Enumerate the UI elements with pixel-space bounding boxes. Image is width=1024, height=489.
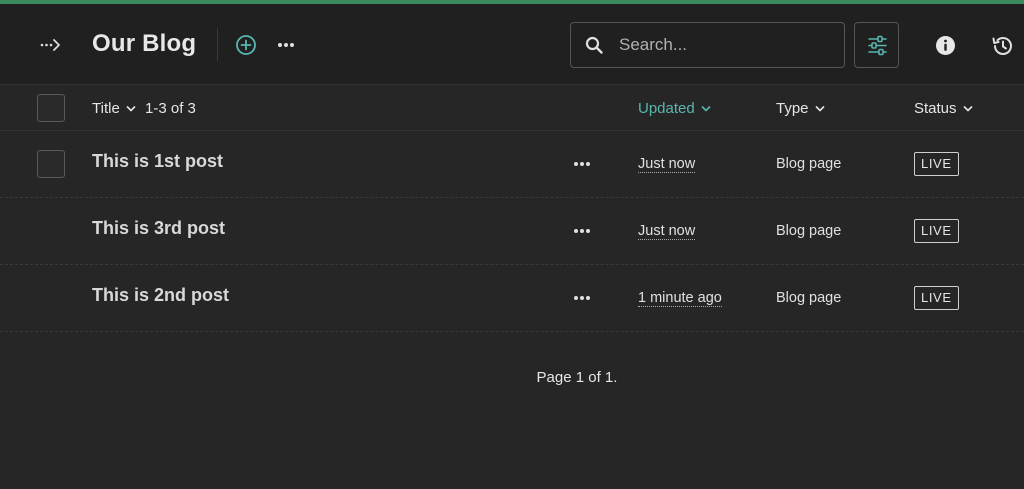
updated-time: Just now	[638, 223, 696, 240]
status-badge: LIVE	[914, 219, 959, 243]
status-badge: LIVE	[914, 286, 959, 310]
ellipsis-icon[interactable]	[572, 159, 592, 169]
search-input[interactable]	[619, 33, 829, 57]
type-column-label: Type	[776, 100, 809, 117]
row-checkbox[interactable]	[37, 150, 65, 178]
updated-column-header[interactable]: Updated	[638, 100, 711, 117]
post-title[interactable]: This is 1st post	[92, 151, 223, 172]
header-bar: Our Blog	[0, 4, 1024, 85]
updated-column-label: Updated	[638, 100, 695, 117]
ellipsis-icon[interactable]	[572, 226, 592, 236]
post-title[interactable]: This is 3rd post	[92, 218, 225, 239]
search-box[interactable]	[570, 22, 845, 68]
sliders-icon	[868, 35, 887, 56]
post-type: Blog page	[776, 290, 842, 306]
ellipsis-icon[interactable]	[276, 37, 296, 53]
chevron-down-icon	[814, 105, 825, 112]
updated-time: 1 minute ago	[638, 290, 722, 307]
table-row[interactable]: This is 2nd post 1 minute ago Blog page …	[0, 265, 1024, 332]
post-type: Blog page	[776, 156, 842, 172]
status-badge: LIVE	[914, 152, 959, 176]
item-count: 1-3 of 3	[145, 100, 196, 117]
divider	[217, 28, 218, 61]
table-row[interactable]: This is 3rd post Just now Blog page LIVE	[0, 198, 1024, 265]
search-icon	[585, 36, 604, 55]
updated-time: Just now	[638, 156, 696, 173]
column-header-row: Title 1-3 of 3 Updated Type Status	[0, 85, 1024, 131]
status-column-header[interactable]: Status	[914, 100, 973, 117]
title-column-header[interactable]: Title	[92, 100, 136, 117]
ellipsis-icon[interactable]	[572, 293, 592, 303]
filter-button[interactable]	[854, 22, 899, 68]
collapse-arrow-icon[interactable]	[38, 32, 66, 56]
post-type: Blog page	[776, 223, 842, 239]
plus-circle-icon[interactable]	[234, 33, 258, 57]
type-column-header[interactable]: Type	[776, 100, 825, 117]
history-icon[interactable]	[990, 34, 1014, 58]
chevron-down-icon	[962, 105, 973, 112]
page-title: Our Blog	[92, 30, 197, 57]
chevron-down-icon	[701, 105, 711, 112]
table-row[interactable]: This is 1st post Just now Blog page LIVE	[0, 131, 1024, 198]
post-title[interactable]: This is 2nd post	[92, 285, 229, 306]
pagination-text: Page 1 of 1.	[536, 369, 618, 386]
select-all-checkbox[interactable]	[37, 94, 65, 122]
info-icon[interactable]	[935, 35, 956, 56]
title-column-label: Title	[92, 100, 120, 117]
chevron-down-icon	[126, 105, 136, 112]
status-column-label: Status	[914, 100, 957, 117]
